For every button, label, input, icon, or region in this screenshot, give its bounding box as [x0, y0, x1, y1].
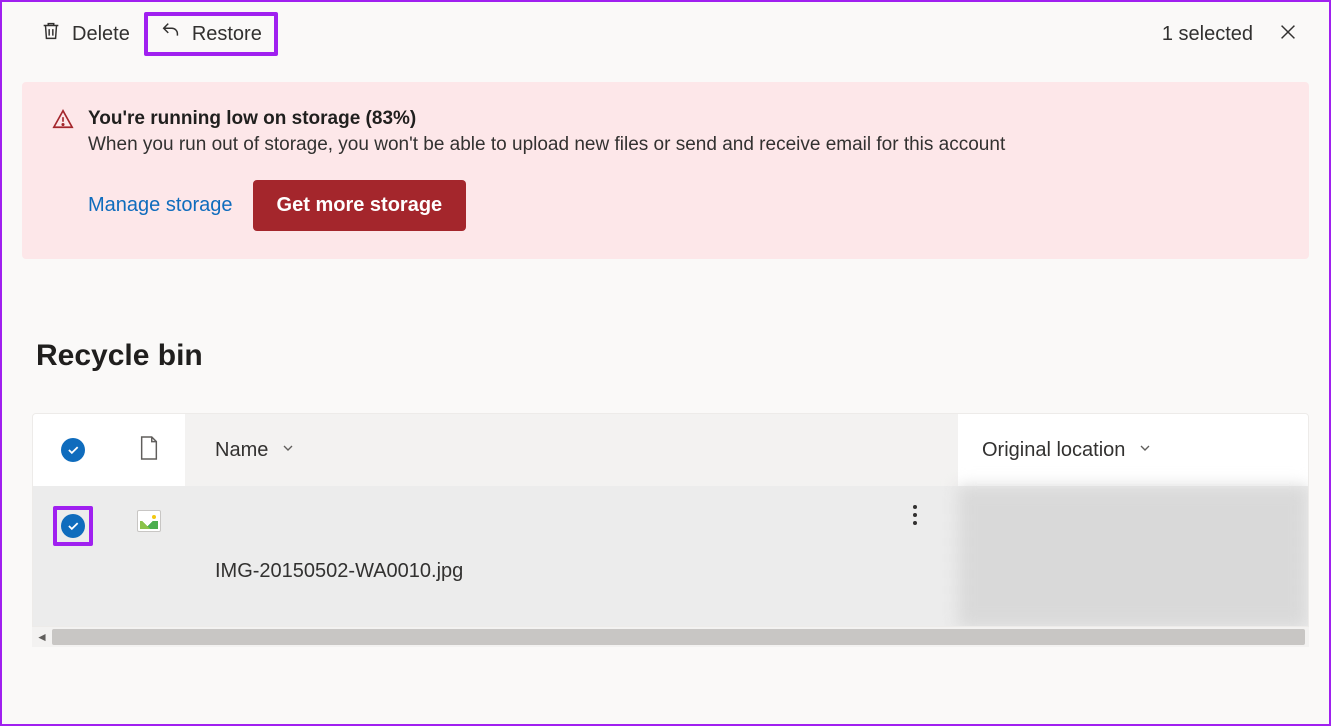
row-more-button[interactable]: [912, 504, 918, 532]
scrollbar-track[interactable]: [52, 629, 1305, 645]
chevron-down-icon: [1137, 439, 1153, 462]
file-icon: [138, 435, 160, 466]
manage-storage-link[interactable]: Manage storage: [88, 194, 233, 217]
checkmark-circle-icon: [61, 514, 85, 538]
header-type-icon-cell: [113, 414, 185, 486]
close-button[interactable]: [1271, 15, 1305, 54]
storage-alert: You're running low on storage (83%) When…: [22, 82, 1309, 259]
select-all-cell[interactable]: [33, 414, 113, 486]
column-name-label: Name: [215, 439, 268, 462]
chevron-down-icon: [280, 439, 296, 462]
image-file-icon: [137, 510, 161, 532]
toolbar: Delete Restore 1 selected: [2, 2, 1329, 66]
restore-label: Restore: [192, 23, 262, 46]
restore-button[interactable]: Restore: [144, 12, 278, 56]
alert-title: You're running low on storage (83%): [88, 108, 1005, 130]
alert-body: When you run out of storage, you won't b…: [88, 134, 1005, 156]
trash-icon: [40, 20, 62, 48]
column-location-label: Original location: [982, 439, 1125, 462]
more-vertical-icon: [912, 509, 918, 531]
delete-label: Delete: [72, 23, 130, 46]
warning-icon: [52, 108, 74, 135]
get-more-storage-button[interactable]: Get more storage: [253, 180, 467, 231]
delete-button[interactable]: Delete: [26, 12, 144, 56]
table-header: Name Original location: [33, 414, 1308, 486]
row-original-location: [958, 486, 1308, 626]
recycle-table: Name Original location IMG-20150502-WA00…: [32, 413, 1309, 627]
checkmark-circle-icon: [61, 438, 85, 462]
undo-icon: [160, 20, 182, 48]
horizontal-scrollbar[interactable]: ◄: [32, 627, 1309, 647]
row-checkbox[interactable]: [53, 506, 93, 546]
table-row[interactable]: IMG-20150502-WA0010.jpg: [33, 486, 1308, 626]
file-name: IMG-20150502-WA0010.jpg: [215, 560, 463, 583]
close-icon: [1277, 30, 1299, 47]
page-title: Recycle bin: [36, 339, 1329, 373]
column-header-name[interactable]: Name: [185, 439, 958, 462]
scroll-left-icon: ◄: [32, 630, 52, 644]
column-header-location[interactable]: Original location: [958, 414, 1308, 486]
selected-count: 1 selected: [1162, 23, 1253, 46]
